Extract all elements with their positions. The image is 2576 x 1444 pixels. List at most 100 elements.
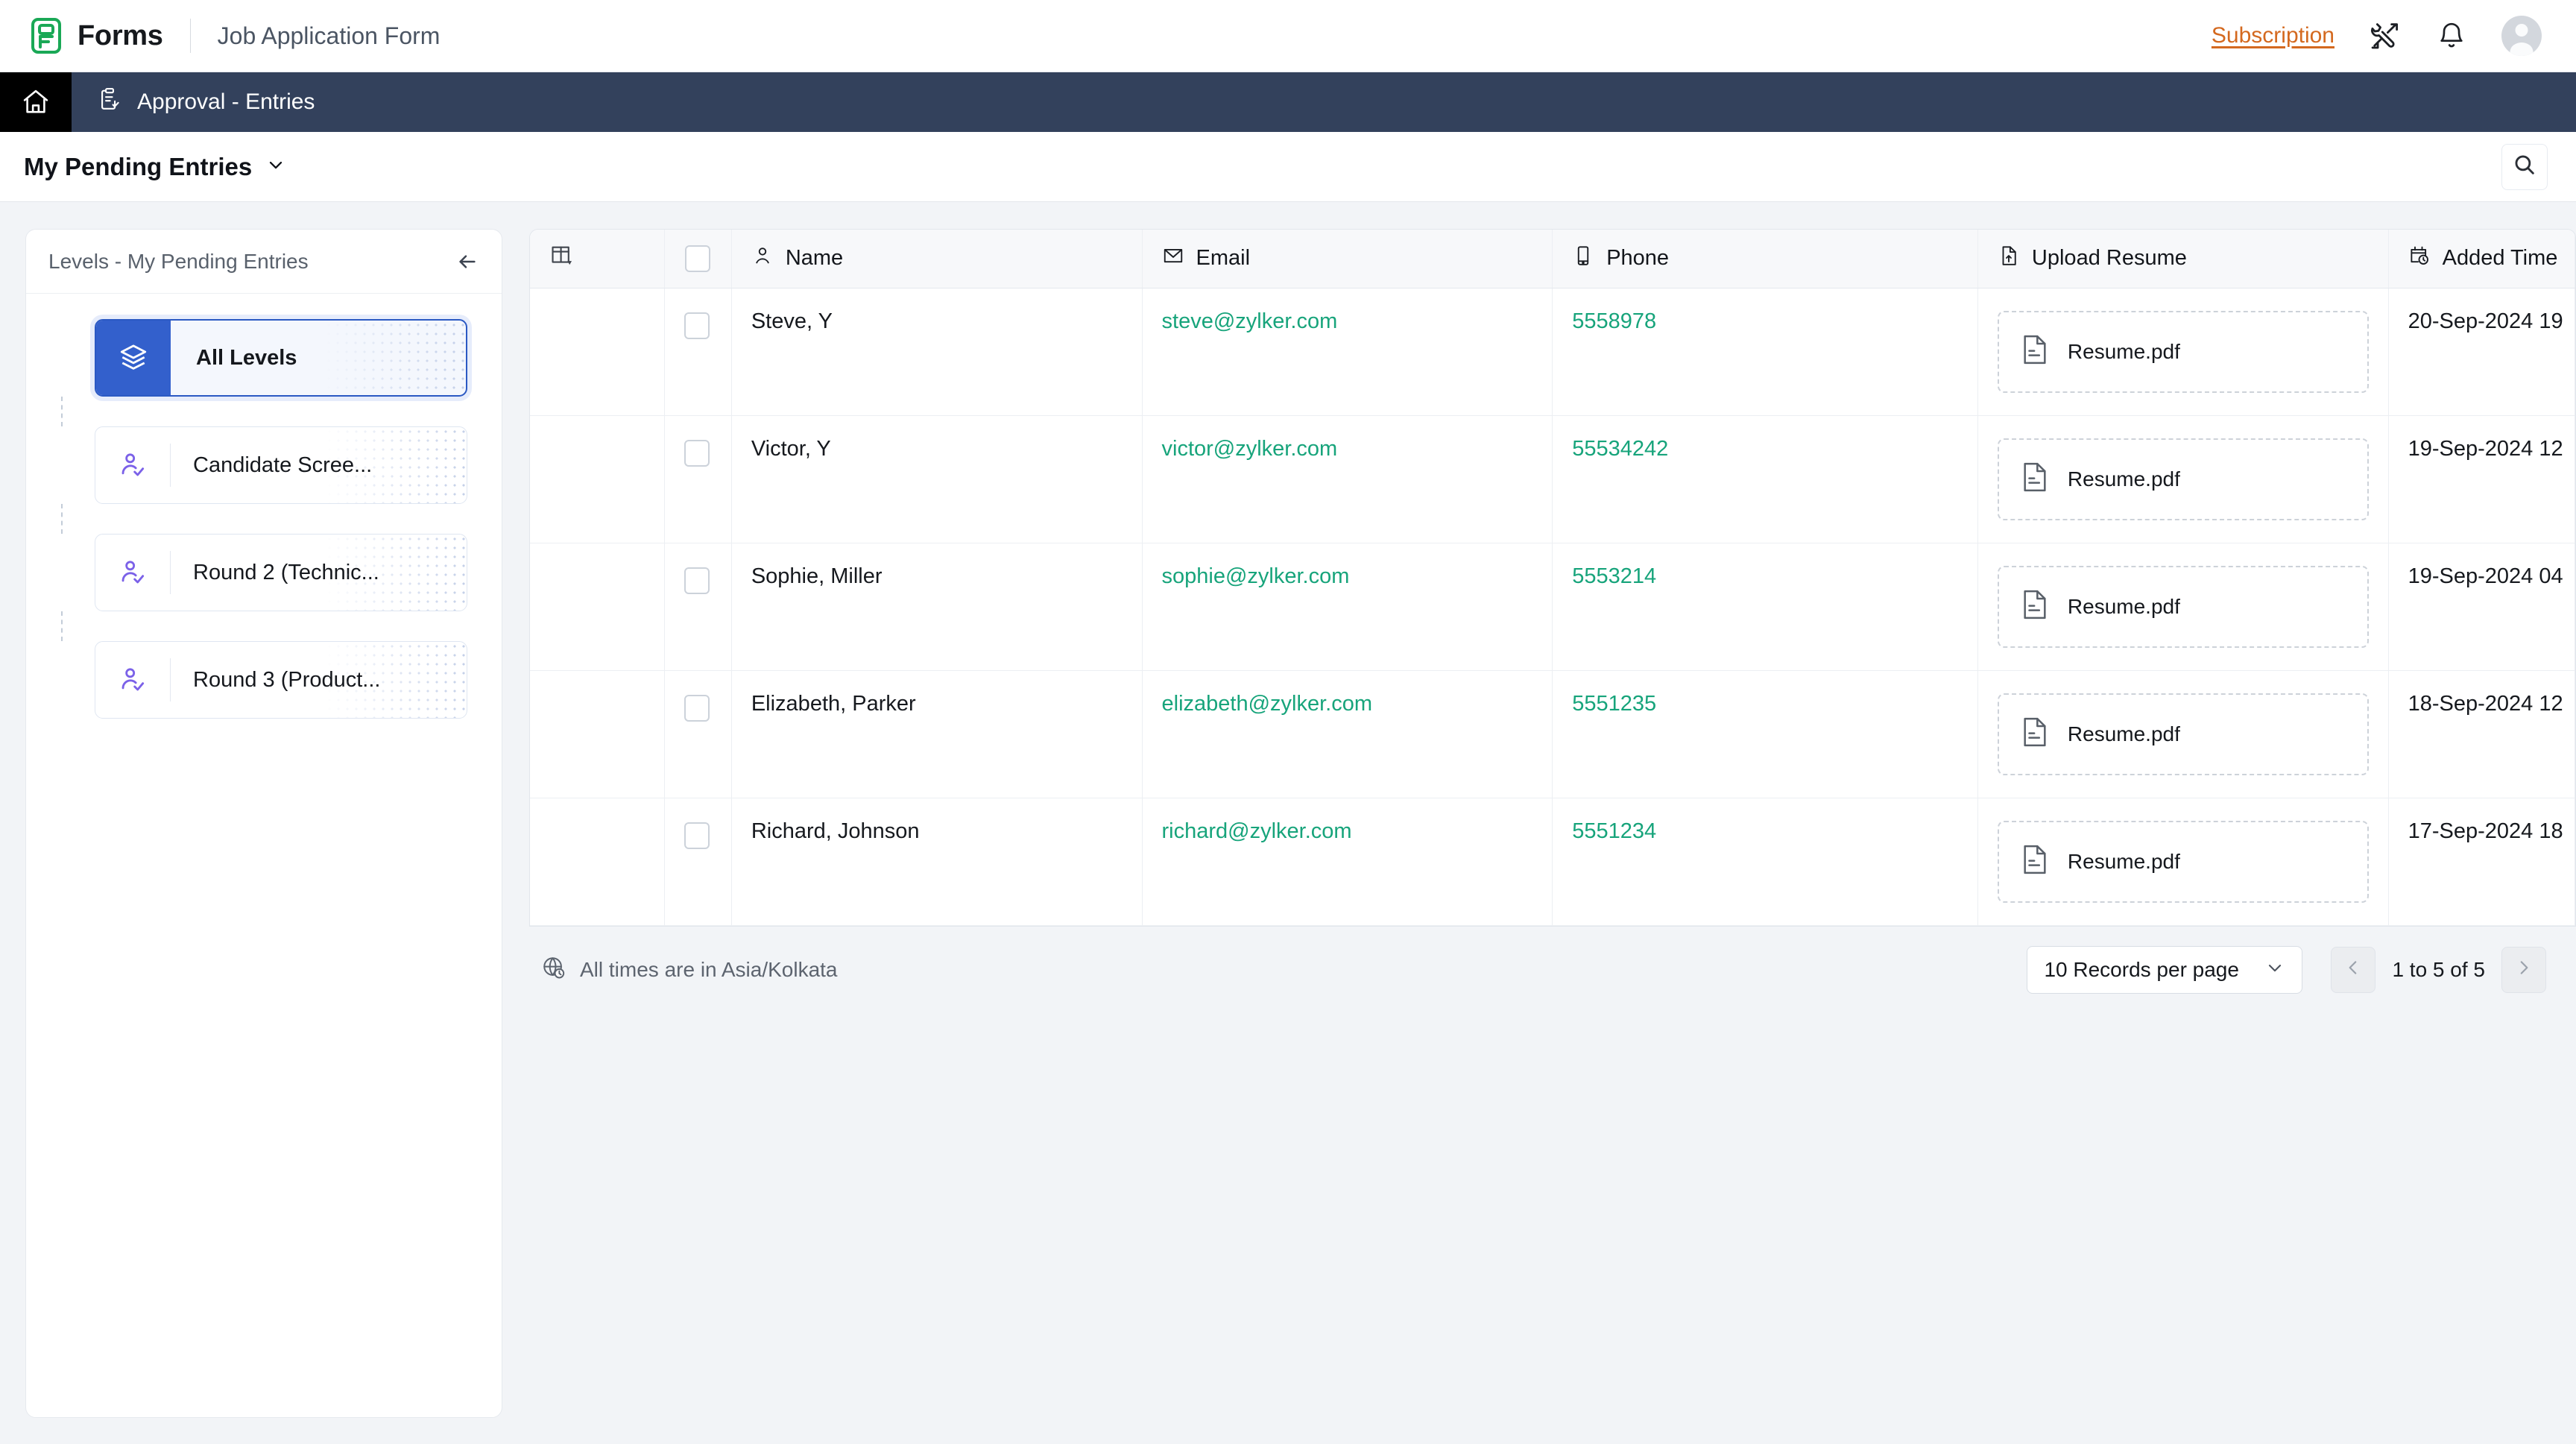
phone-value[interactable]: 5551235 <box>1572 693 1958 715</box>
table-header-row: Name Email <box>530 230 2575 288</box>
brand[interactable]: Forms <box>31 18 163 54</box>
table-row[interactable]: Sophie, Miller sophie@zylker.com 5553214 <box>530 543 2575 670</box>
bell-icon[interactable] <box>2434 19 2469 53</box>
cell-email: richard@zylker.com <box>1142 798 1553 925</box>
row-spacer-cell <box>530 543 664 670</box>
cell-added-time: 20-Sep-2024 19 <box>2388 288 2575 415</box>
view-selector[interactable]: My Pending Entries <box>24 153 286 181</box>
cell-email: victor@zylker.com <box>1142 415 1553 543</box>
phone-value[interactable]: 5553214 <box>1572 566 1958 587</box>
row-select-cell[interactable] <box>664 670 731 798</box>
name-value: Richard, Johnson <box>751 821 1123 842</box>
row-select-cell[interactable] <box>664 288 731 415</box>
next-page-button[interactable] <box>2501 947 2546 993</box>
email-value[interactable]: steve@zylker.com <box>1162 311 1533 332</box>
column-header-added-time[interactable]: Added Time <box>2388 230 2575 288</box>
file-upload-icon <box>1998 245 2020 273</box>
breadcrumb-nav: Approval - Entries <box>0 72 2576 132</box>
search-icon <box>2512 152 2537 181</box>
phone-value[interactable]: 55534242 <box>1572 438 1958 460</box>
home-button[interactable] <box>0 72 72 132</box>
records-per-page-select[interactable]: 10 Records per page <box>2027 946 2302 994</box>
entries-table-region: Name Email <box>529 229 2576 994</box>
cell-phone: 5558978 <box>1553 288 1978 415</box>
column-header-name[interactable]: Name <box>731 230 1142 288</box>
user-check-icon <box>95 535 170 611</box>
nav-item-approval-entries[interactable]: Approval - Entries <box>72 72 340 132</box>
column-header-label: Email <box>1196 246 1251 271</box>
cell-name: Sophie, Miller <box>731 543 1142 670</box>
resume-attachment[interactable]: Resume.pdf <box>1998 311 2369 393</box>
resume-attachment[interactable]: Resume.pdf <box>1998 438 2369 520</box>
cell-name: Steve, Y <box>731 288 1142 415</box>
cell-resume: Resume.pdf <box>1977 670 2388 798</box>
avatar[interactable] <box>2501 16 2542 56</box>
resume-attachment[interactable]: Resume.pdf <box>1998 566 2369 648</box>
row-select-cell[interactable] <box>664 415 731 543</box>
row-checkbox[interactable] <box>684 822 710 849</box>
cell-phone: 55534242 <box>1553 415 1978 543</box>
cell-resume: Resume.pdf <box>1977 543 2388 670</box>
table-row[interactable]: Steve, Y steve@zylker.com 5558978 <box>530 288 2575 415</box>
records-per-page-label: 10 Records per page <box>2044 958 2251 982</box>
row-spacer-cell <box>530 670 664 798</box>
email-value[interactable]: sophie@zylker.com <box>1162 566 1533 587</box>
level-item-label: All Levels <box>171 321 297 395</box>
resume-attachment[interactable]: Resume.pdf <box>1998 821 2369 903</box>
column-header-email[interactable]: Email <box>1142 230 1553 288</box>
select-all-header[interactable] <box>664 230 731 288</box>
cell-email: sophie@zylker.com <box>1142 543 1553 670</box>
table-row[interactable]: Elizabeth, Parker elizabeth@zylker.com 5… <box>530 670 2575 798</box>
email-value[interactable]: victor@zylker.com <box>1162 438 1533 460</box>
nav-item-label: Approval - Entries <box>137 89 315 115</box>
level-item-all-levels[interactable]: All Levels <box>95 319 467 397</box>
email-value[interactable]: elizabeth@zylker.com <box>1162 693 1533 715</box>
layers-icon <box>96 321 171 395</box>
calendar-clock-icon <box>2408 245 2431 273</box>
column-settings-header[interactable] <box>530 230 664 288</box>
table-row[interactable]: Victor, Y victor@zylker.com 55534242 <box>530 415 2575 543</box>
row-select-cell[interactable] <box>664 798 731 925</box>
added-time-value: 19-Sep-2024 12 <box>2408 438 2555 460</box>
brand-name: Forms <box>78 20 163 52</box>
row-checkbox[interactable] <box>684 312 710 339</box>
level-item-round-3[interactable]: Round 3 (Product... <box>95 641 467 719</box>
row-checkbox[interactable] <box>684 567 710 594</box>
cell-name: Victor, Y <box>731 415 1142 543</box>
phone-value[interactable]: 5551234 <box>1572 821 1958 842</box>
column-header-upload-resume[interactable]: Upload Resume <box>1977 230 2388 288</box>
column-header-label: Name <box>786 246 843 271</box>
resume-file-name: Resume.pdf <box>2068 467 2180 491</box>
row-select-cell[interactable] <box>664 543 731 670</box>
column-header-label: Upload Resume <box>2032 246 2187 271</box>
email-value[interactable]: richard@zylker.com <box>1162 821 1533 842</box>
column-header-phone[interactable]: Phone <box>1553 230 1978 288</box>
level-item-round-2[interactable]: Round 2 (Technic... <box>95 534 467 611</box>
cell-added-time: 19-Sep-2024 04 <box>2388 543 2575 670</box>
name-value: Victor, Y <box>751 438 1123 460</box>
subscription-link[interactable]: Subscription <box>2212 23 2334 48</box>
tools-icon[interactable] <box>2367 19 2402 53</box>
column-settings-icon <box>549 243 575 274</box>
table-body: Steve, Y steve@zylker.com 5558978 <box>530 288 2575 925</box>
globe-clock-icon <box>541 955 566 984</box>
select-all-checkbox[interactable] <box>685 245 710 272</box>
user-check-icon <box>95 642 170 718</box>
row-checkbox[interactable] <box>684 440 710 467</box>
resume-attachment[interactable]: Resume.pdf <box>1998 693 2369 775</box>
cell-phone: 5551235 <box>1553 670 1978 798</box>
phone-value[interactable]: 5558978 <box>1572 311 1958 332</box>
clipboard-check-icon <box>97 86 122 118</box>
table-row[interactable]: Richard, Johnson richard@zylker.com 5551… <box>530 798 2575 925</box>
row-checkbox[interactable] <box>684 695 710 722</box>
search-button[interactable] <box>2501 144 2548 190</box>
level-item-candidate-screening[interactable]: Candidate Scree... <box>95 426 467 504</box>
level-item-label: Round 3 (Product... <box>171 642 380 718</box>
resume-file-name: Resume.pdf <box>2068 722 2180 746</box>
level-row: Candidate Scree... <box>95 426 467 504</box>
timezone-text: All times are in Asia/Kolkata <box>580 958 838 982</box>
arrow-left-icon[interactable] <box>455 250 479 274</box>
prev-page-button[interactable] <box>2331 947 2375 993</box>
cell-added-time: 17-Sep-2024 18 <box>2388 798 2575 925</box>
cell-name: Elizabeth, Parker <box>731 670 1142 798</box>
